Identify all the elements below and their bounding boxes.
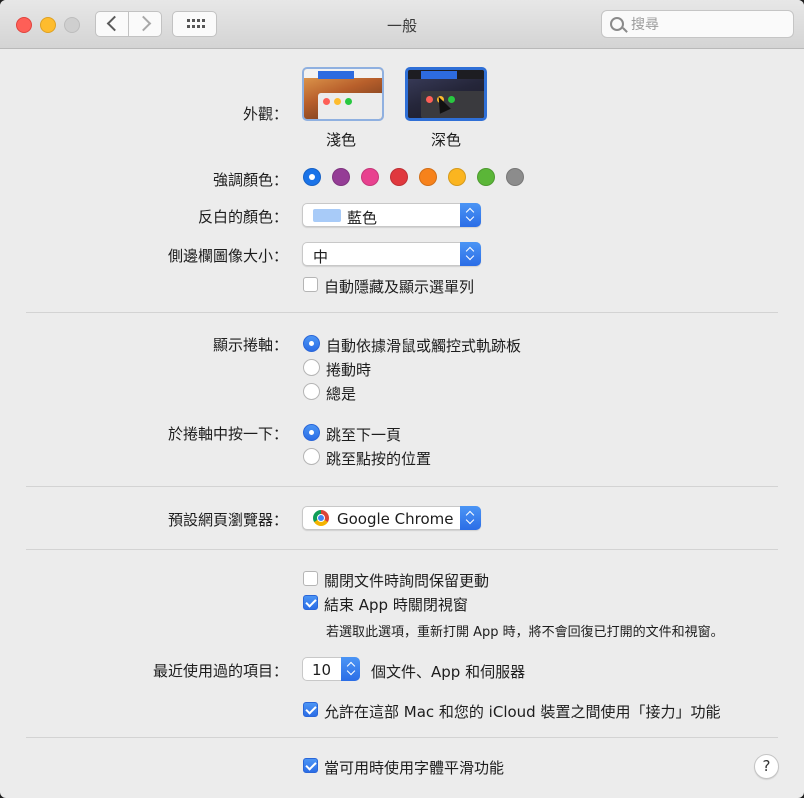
popup-arrows-icon [341,657,360,681]
highlight-color-value: 藍色 [347,209,378,227]
accent-color-swatch[interactable] [361,168,379,186]
jump-to-spot-label: 跳至點按的位置 [326,450,432,468]
popup-arrows-icon [460,203,481,227]
appearance-dark-label: 深色 [431,131,462,149]
help-button[interactable]: ? [754,754,779,779]
handoff-checkbox[interactable] [303,702,318,717]
scrollbars-when-scrolling-radio[interactable] [303,359,320,376]
auto-hide-menubar-label: 自動隱藏及顯示選單列 [324,278,475,296]
scrollbars-auto-radio[interactable] [303,335,320,352]
accent-color-swatch[interactable] [448,168,466,186]
jump-to-spot-radio[interactable] [303,448,320,465]
title-bar: 一般 [0,0,804,49]
scrollbars-always-radio[interactable] [303,383,320,400]
accent-color-swatch[interactable] [303,168,321,186]
sidebar-icon-size-value: 中 [313,248,329,266]
accent-color-label: 強調顏色： [212,171,288,189]
accent-color-swatch[interactable] [332,168,350,186]
recent-items-label: 最近使用過的項目： [152,662,288,680]
separator [26,549,778,550]
appearance-dark-thumbnail[interactable] [405,67,487,121]
highlight-color-label: 反白的顏色： [197,208,288,226]
click-scrollbar-label: 於捲軸中按一下： [167,425,288,443]
close-windows-label: 結束 App 時關閉視窗 [324,596,468,614]
highlight-swatch [313,209,341,222]
appearance-light-thumbnail[interactable] [302,67,384,121]
default-browser-label: 預設網頁瀏覽器： [167,511,288,529]
sidebar-icon-size-label: 側邊欄圖像大小： [167,247,288,265]
recent-items-value: 10 [312,661,332,679]
popup-arrows-icon [460,242,481,266]
show-scrollbars-label: 顯示捲軸： [212,336,288,354]
close-windows-note: 若選取此選項，重新打開 App 時，將不會回復已打開的文件和視窗。 [326,625,724,640]
separator [26,312,778,313]
separator [26,486,778,487]
auto-hide-menubar-checkbox[interactable] [303,277,318,292]
accent-color-swatch[interactable] [506,168,524,186]
scrollbars-when-scrolling-label: 捲動時 [326,361,372,379]
system-preferences-window: 一般 外觀： 淺色 深色 強調顏色： 反白的顏色： 藍色 側邊欄圖像 [0,0,804,798]
appearance-label: 外觀： [242,105,288,123]
default-browser-value: Google Chrome [337,510,454,528]
sidebar-icon-size-popup[interactable]: 中 [302,242,481,266]
search-input[interactable] [629,14,788,36]
accent-color-swatch[interactable] [419,168,437,186]
appearance-light-label: 淺色 [326,131,357,149]
recent-items-suffix: 個文件、App 和伺服器 [371,663,526,681]
ask-keep-changes-checkbox[interactable] [303,571,318,586]
scrollbars-always-label: 總是 [326,385,357,403]
accent-color-swatch[interactable] [390,168,408,186]
font-smoothing-label: 當可用時使用字體平滑功能 [324,759,505,777]
search-field[interactable] [601,10,794,38]
chrome-icon [313,510,329,526]
close-windows-checkbox[interactable] [303,595,318,610]
font-smoothing-checkbox[interactable] [303,758,318,773]
jump-next-page-label: 跳至下一頁 [326,426,402,444]
accent-color-swatch[interactable] [477,168,495,186]
default-browser-popup[interactable]: Google Chrome [302,506,481,530]
separator [26,737,778,738]
scrollbars-auto-label: 自動依據滑鼠或觸控式軌跡板 [326,337,522,355]
handoff-label: 允許在這部 Mac 和您的 iCloud 裝置之間使用「接力」功能 [324,703,721,721]
search-icon [610,17,624,31]
highlight-color-popup[interactable]: 藍色 [302,203,481,227]
ask-keep-changes-label: 關閉文件時詢問保留更動 [324,572,490,590]
recent-items-popup[interactable]: 10 [302,657,360,681]
popup-arrows-icon [460,506,481,530]
jump-next-page-radio[interactable] [303,424,320,441]
